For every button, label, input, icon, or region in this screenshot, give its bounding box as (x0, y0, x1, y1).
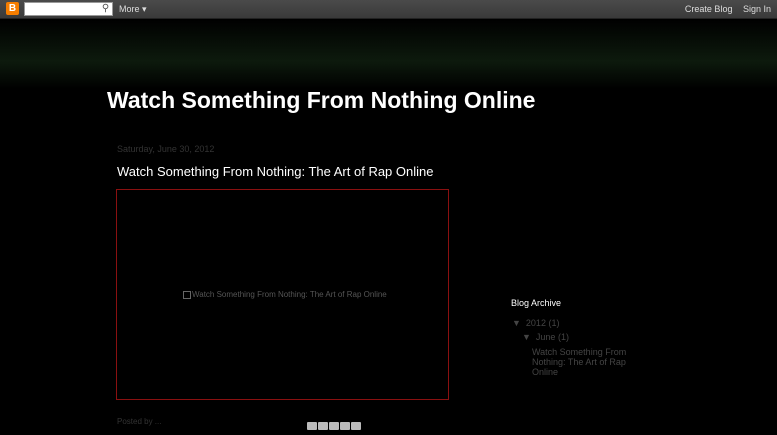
create-blog-link[interactable]: Create Blog (685, 4, 733, 14)
post-image[interactable]: Watch Something From Nothing: The Art of… (116, 189, 449, 400)
facebook-share-icon[interactable] (340, 422, 350, 430)
archive-month-count: (1) (557, 332, 569, 342)
search-icon[interactable]: ⚲ (100, 3, 111, 15)
sign-in-link[interactable]: Sign In (743, 4, 771, 14)
blog-title[interactable]: Watch Something From Nothing Online (107, 87, 535, 114)
archive-month-item[interactable]: ▼ June (1) (522, 332, 569, 342)
more-label: More (119, 4, 140, 14)
archive-heading: Blog Archive (511, 298, 562, 308)
blogger-logo-icon[interactable]: B (6, 2, 19, 15)
triangle-down-icon[interactable]: ▼ (512, 318, 521, 328)
broken-image-icon (183, 290, 191, 299)
pinterest-share-icon[interactable] (351, 422, 361, 430)
chevron-down-icon: ▾ (142, 4, 147, 14)
email-share-icon[interactable] (307, 422, 317, 430)
archive-year-item[interactable]: ▼ 2012 (1) (512, 318, 559, 328)
post-date: Saturday, June 30, 2012 (117, 144, 215, 154)
search-input[interactable]: ⚲ (24, 2, 113, 16)
twitter-share-icon[interactable] (329, 422, 339, 430)
archive-year-label[interactable]: 2012 (526, 318, 546, 328)
blogger-navbar: B ⚲ More ▾ Create Blog Sign In (0, 0, 777, 19)
archive-post-link[interactable]: Watch Something From Nothing: The Art of… (532, 347, 642, 377)
header-background (0, 19, 777, 89)
post-title[interactable]: Watch Something From Nothing: The Art of… (117, 164, 433, 179)
more-menu-button[interactable]: More ▾ (119, 3, 147, 15)
blog-this-icon[interactable] (318, 422, 328, 430)
share-buttons (307, 417, 362, 435)
archive-month-label[interactable]: June (536, 332, 556, 342)
archive-year-count: (1) (548, 318, 560, 328)
triangle-down-icon[interactable]: ▼ (522, 332, 531, 342)
post-footer: Posted by ... (117, 417, 162, 426)
image-alt-text: Watch Something From Nothing: The Art of… (183, 290, 387, 299)
navbar-right-links: Create Blog Sign In (677, 3, 771, 15)
